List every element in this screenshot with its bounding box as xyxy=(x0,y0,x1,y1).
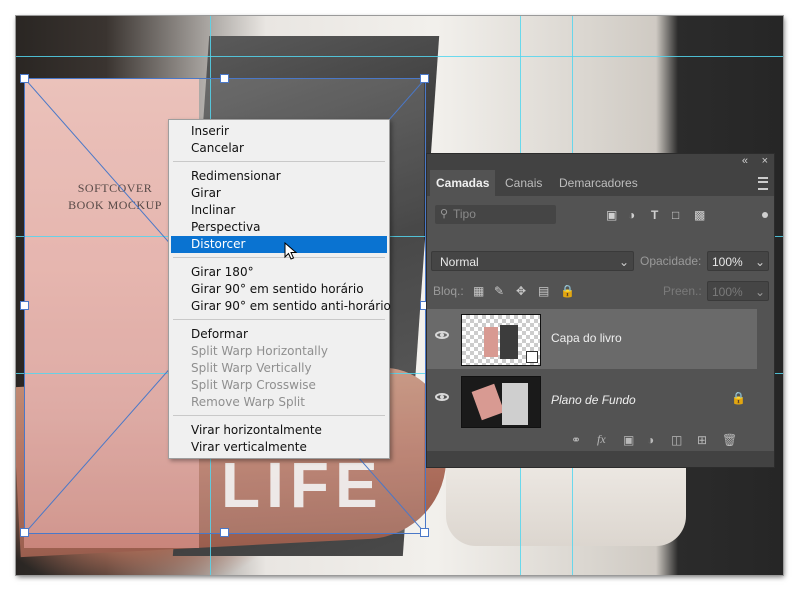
panel-titlebar: « × xyxy=(427,154,774,170)
tab-demarcadores[interactable]: Demarcadores xyxy=(553,170,644,196)
menu-item-cancelar[interactable]: Cancelar xyxy=(171,140,387,157)
menu-item-girar-90-anti-horario[interactable]: Girar 90° em sentido anti-horário xyxy=(171,298,391,315)
menu-item-perspectiva[interactable]: Perspectiva xyxy=(171,219,387,236)
menu-item-split-warp-horizontally: Split Warp Horizontally xyxy=(191,344,328,358)
lock-icon: 🔒 xyxy=(731,391,746,405)
menu-item-inclinar[interactable]: Inclinar xyxy=(171,202,387,219)
fx-icon[interactable]: fx xyxy=(597,432,606,447)
thumb-book xyxy=(484,327,498,357)
chevron-down-icon: ⌄ xyxy=(754,255,765,269)
transform-handle-top[interactable] xyxy=(220,74,229,83)
menu-item-girar[interactable]: Girar xyxy=(171,185,387,202)
filter-pixel-icon[interactable]: ▣ xyxy=(606,208,617,222)
layers-panel: « × Camadas Canais Demarcadores ⚲ Tipo ▣… xyxy=(426,153,775,468)
lock-transparent-icon[interactable]: ▦ xyxy=(473,284,484,298)
adjustment-layer-icon[interactable]: ◑ xyxy=(647,433,654,447)
layer-name: Plano de Fundo xyxy=(551,393,636,407)
fill-field[interactable]: 100% ⌄ xyxy=(707,281,769,301)
menu-item-virar-verticalmente[interactable]: Virar verticalmente xyxy=(171,439,387,456)
menu-item-girar-90-horario[interactable]: Girar 90° em sentido horário xyxy=(171,281,387,298)
smart-object-badge-icon xyxy=(526,351,538,363)
blend-mode-value: Normal xyxy=(440,255,479,269)
trash-icon[interactable]: 🗑 xyxy=(722,433,737,447)
layer-row[interactable]: Capa do livro xyxy=(427,309,757,369)
lock-artboard-icon[interactable]: ▤ xyxy=(538,284,549,298)
chevron-down-icon: ⌄ xyxy=(618,255,629,269)
menu-item-split-warp-vertically: Split Warp Vertically xyxy=(191,361,312,375)
visibility-eye-icon[interactable] xyxy=(435,331,449,339)
search-icon: ⚲ xyxy=(440,208,449,220)
layer-thumbnail xyxy=(461,314,541,366)
transform-handle-top-right[interactable] xyxy=(420,74,429,83)
layer-thumbnail xyxy=(461,376,541,428)
opacity-label: Opacidade: xyxy=(640,254,702,268)
panel-footer xyxy=(427,451,774,467)
thumb-book xyxy=(471,383,505,421)
transform-handle-top-left[interactable] xyxy=(20,74,29,83)
filter-smart-object-icon[interactable]: ▩ xyxy=(694,208,705,222)
transform-handle-bottom[interactable] xyxy=(220,528,229,537)
photoshop-canvas-screenshot: LIFE SOFTCOVER BOOK MOCKUP Inserir Cance… xyxy=(15,15,784,576)
guide-horizontal[interactable] xyxy=(16,56,783,57)
layer-name: Capa do livro xyxy=(551,331,622,345)
menu-separator xyxy=(173,415,385,416)
menu-item-girar-180[interactable]: Girar 180° xyxy=(171,264,387,281)
transform-context-menu: Inserir Cancelar Redimensionar Girar Inc… xyxy=(168,119,391,459)
layer-row[interactable]: Plano de Fundo 🔒 xyxy=(427,371,757,431)
filter-adjustment-icon[interactable]: ◑ xyxy=(628,208,635,222)
blend-mode-select[interactable]: Normal ⌄ xyxy=(431,251,634,271)
tab-canais[interactable]: Canais xyxy=(499,170,548,196)
chevron-down-icon: ⌄ xyxy=(754,285,765,299)
new-layer-icon[interactable]: ⊞ xyxy=(697,433,707,447)
panel-tabs: Camadas Canais Demarcadores xyxy=(427,170,774,196)
thumb-shirt xyxy=(502,383,528,425)
transform-handle-bottom-right[interactable] xyxy=(420,528,429,537)
menu-separator xyxy=(173,257,385,258)
visibility-eye-icon[interactable] xyxy=(435,393,449,401)
menu-item-split-warp-crosswise: Split Warp Crosswise xyxy=(191,378,316,392)
filter-type-icon[interactable]: T xyxy=(651,208,658,222)
menu-item-inserir[interactable]: Inserir xyxy=(171,123,387,140)
menu-separator xyxy=(173,319,385,320)
tab-camadas[interactable]: Camadas xyxy=(430,170,496,196)
fill-label: Preen.: xyxy=(663,284,702,298)
lock-image-icon[interactable]: ✎ xyxy=(494,284,504,298)
lock-label: Bloq.: xyxy=(433,284,464,298)
transform-handle-left[interactable] xyxy=(20,301,29,310)
menu-item-redimensionar[interactable]: Redimensionar xyxy=(171,168,387,185)
menu-separator xyxy=(173,161,385,162)
new-group-icon[interactable]: ◫ xyxy=(671,433,682,447)
close-panel-icon[interactable]: × xyxy=(762,155,768,167)
lock-all-icon[interactable]: 🔒 xyxy=(560,284,575,298)
mouse-cursor-icon xyxy=(284,242,298,260)
search-placeholder: Tipo xyxy=(453,207,476,221)
layer-filter-search[interactable]: ⚲ Tipo xyxy=(435,205,556,224)
link-layers-icon[interactable]: ⚭ xyxy=(571,433,581,447)
filter-shape-icon[interactable]: □ xyxy=(672,208,679,222)
filter-toggle-icon[interactable] xyxy=(762,212,768,218)
panel-menu-icon[interactable] xyxy=(758,177,768,190)
fill-value: 100% xyxy=(712,285,743,299)
thumb-shirt xyxy=(500,325,518,359)
collapse-panel-icon[interactable]: « xyxy=(742,155,748,167)
menu-item-virar-horizontalmente[interactable]: Virar horizontalmente xyxy=(171,422,387,439)
menu-item-distorcer[interactable]: Distorcer xyxy=(171,236,387,253)
menu-item-deformar[interactable]: Deformar xyxy=(171,326,387,343)
lock-position-icon[interactable]: ✥ xyxy=(516,284,526,298)
menu-item-remove-warp-split: Remove Warp Split xyxy=(191,395,305,409)
opacity-field[interactable]: 100% ⌄ xyxy=(707,251,769,271)
add-mask-icon[interactable]: ▣ xyxy=(623,433,634,447)
opacity-value: 100% xyxy=(712,255,743,269)
transform-handle-bottom-left[interactable] xyxy=(20,528,29,537)
